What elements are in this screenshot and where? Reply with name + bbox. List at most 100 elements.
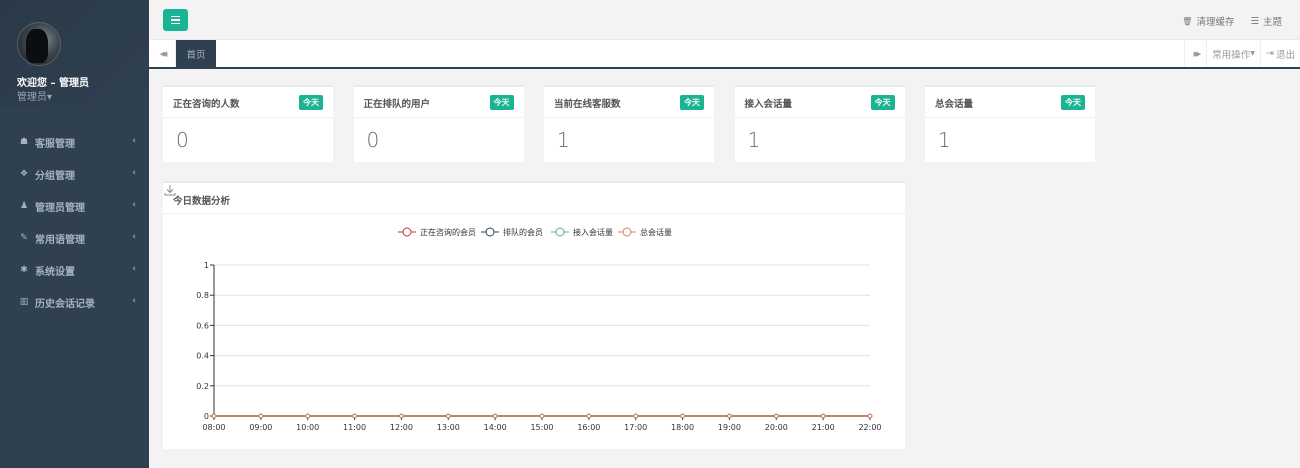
chevron-left-icon: ‹ [132,136,136,146]
data-point [305,413,311,419]
card-divider [734,117,905,118]
sidebar-item-5[interactable]: ✱ 系统设置 ‹ [0,254,149,286]
logout-button[interactable]: ⇥ 退出 [1260,40,1300,67]
today-badge: 今天 [299,95,323,110]
comments-icon: ✎ [20,233,28,243]
x-tick-label: 08:00 [202,423,225,432]
card-value: 1 [747,128,761,152]
role-label: 管理员 [17,92,47,103]
legend-label: 排队的会员 [503,227,543,237]
data-point [352,413,357,419]
today-badge: 今天 [1061,95,1085,110]
tab-scroll-right-button[interactable]: ▶▶ [1184,40,1206,67]
chart-panel: 今日数据分析 0 0.2 0.4 0.6 0.8 1 08:00 09:00 10:00 11:0… [163,181,905,449]
theme-button[interactable]: ☰ 主题 [1250,14,1282,29]
legend-swatch [622,227,632,237]
user-icon: ♟ [19,201,29,211]
x-tick-label: 11:00 [343,423,366,432]
card-title: 接入会话量 [744,99,793,110]
sidebar-item-4[interactable]: ✎ 常用语管理 ‹ [0,222,149,254]
x-tick-label: 18:00 [671,423,694,432]
legend-label: 正在咨询的会员 [420,227,476,237]
role-dropdown[interactable]: 管理员▾ [17,88,52,103]
stat-card: 正在咨询的人数 今天 0 [163,85,333,162]
card-divider [163,117,333,118]
avatar[interactable] [17,22,61,66]
caret-down-icon: ▾ [1250,48,1256,59]
card-value: 1 [938,128,951,152]
data-point [773,413,779,419]
chevron-left-icon: ‹ [132,168,136,178]
x-tick-label: 09:00 [249,423,272,432]
x-tick-label: 10:00 [296,423,319,432]
data-point [539,413,545,419]
caret-down-icon: ▾ [47,92,53,103]
clear-cache-label: 清理缓存 [1196,17,1235,28]
card-value: 1 [557,128,570,152]
sidebar-item-label: 客服管理 [35,138,75,150]
tab-scroll-left-button[interactable]: ◀◀ [149,40,176,67]
card-value: 0 [366,128,380,152]
legend-label: 接入会话量 [573,227,613,237]
top-header: 🗑 清理缓存 ☰ 主题 [149,0,1300,40]
card-title: 正在咨询的人数 [173,99,240,110]
header-actions: 🗑 清理缓存 ☰ 主题 [1182,14,1282,29]
sidebar-item-label: 分组管理 [35,170,75,182]
card-title: 正在排队的用户 [363,99,431,110]
sidebar-item-6[interactable]: ▥ 历史会话记录 ‹ [0,286,149,318]
legend-swatch [485,227,495,237]
gear-icon: ✱ [20,265,28,275]
sidebar-item-3[interactable]: ♟ 管理员管理 ‹ [0,190,149,222]
card-divider [544,117,714,118]
x-tick-label: 15:00 [530,423,553,432]
backward-icon: ◀◀ [159,49,168,58]
legend-swatch [402,227,412,237]
x-tick-label: 14:00 [484,423,507,432]
tab-home[interactable]: 首页 [176,40,216,67]
users-icon: ❖ [19,169,29,179]
stat-card: 总会话量 今天 1 [925,85,1095,162]
x-tick-label: 17:00 [624,423,647,432]
stat-card: 接入会话量 今天 1 [734,85,905,162]
data-point [680,413,685,419]
x-tick-label: 16:00 [577,423,600,432]
y-tick-label: 0.2 [196,382,209,391]
card-divider [925,117,1095,118]
line-chart: 0 0.2 0.4 0.6 0.8 1 08:00 09:00 10:00 11:00 12:00 1… [196,227,881,432]
sidebar-item-2[interactable]: ❖ 分组管理 ‹ [0,158,149,190]
hamburger-icon [171,15,180,18]
card-value: 0 [176,128,189,152]
sidebar-item-label: 系统设置 [35,266,75,278]
stat-card: 正在排队的用户 今天 0 [353,85,524,162]
card-title: 总会话量 [935,99,974,110]
data-point [445,413,451,419]
sign-out-icon: ⇥ [1266,48,1274,59]
chevron-left-icon: ‹ [132,200,136,210]
common-ops-label: 常用操作 [1212,49,1251,61]
sidebar-item-label: 常用语管理 [35,234,85,246]
menu-toggle-button[interactable] [163,9,188,31]
sidebar-item-label: 管理员管理 [35,202,85,214]
download-icon[interactable] [163,183,177,197]
hamburger-icon [171,22,180,25]
welcome-text: 欢迎您 – 管理员 [17,78,89,89]
hamburger-icon [171,19,180,21]
sidebar-item-label: 历史会话记录 [35,298,95,310]
forward-icon: ▶▶ [1193,49,1201,58]
common-ops-dropdown[interactable]: 常用操作 ▾ [1206,40,1260,67]
data-point [586,413,592,419]
y-tick-label: 0.8 [196,291,209,300]
trash-icon: 🗑 [1182,16,1193,26]
x-tick-label: 22:00 [858,423,881,432]
sidebar-item-1[interactable]: ☗ 客服管理 ‹ [0,126,149,158]
data-point [258,413,264,419]
profile-panel: 欢迎您 – 管理员 管理员▾ [0,0,149,106]
chevron-left-icon: ‹ [132,296,136,306]
data-point [633,413,639,419]
data-point [727,413,732,419]
x-tick-label: 12:00 [390,423,413,432]
data-point [867,413,873,419]
sidebar: 欢迎您 – 管理员 管理员▾ ☗ 客服管理 ‹ ❖ 分组管理 ‹ ♟ 管理员管理 ‹ ✎ 常用语管理… [0,0,149,468]
today-badge: 今天 [870,95,895,110]
clear-cache-button[interactable]: 🗑 清理缓存 [1182,14,1235,29]
